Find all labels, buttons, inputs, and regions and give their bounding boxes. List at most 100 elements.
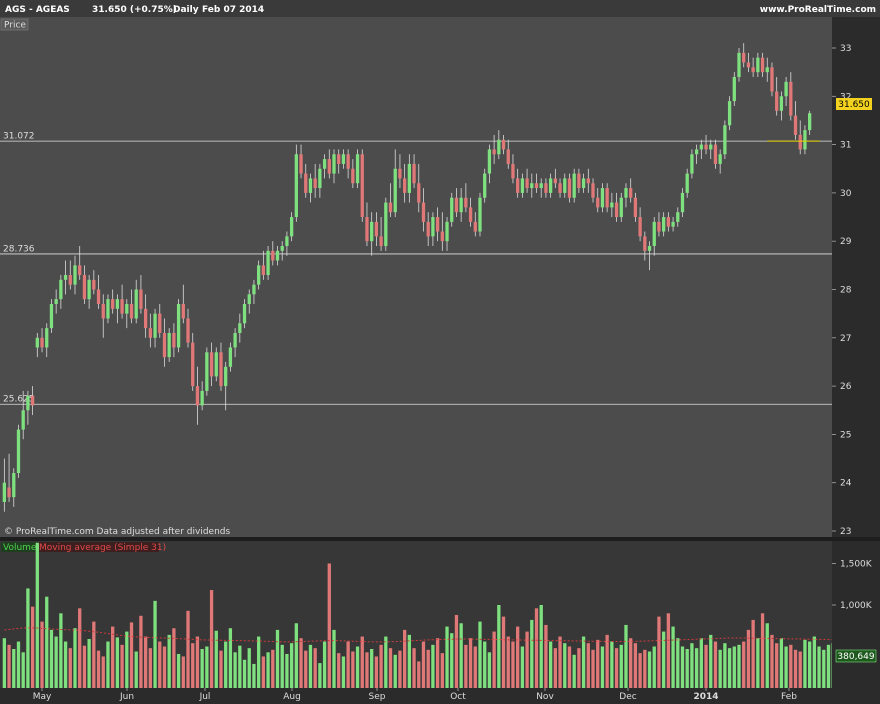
candle-body bbox=[421, 202, 426, 222]
candle-body bbox=[742, 52, 746, 63]
candle-body bbox=[351, 168, 355, 184]
volume-bar bbox=[534, 608, 539, 688]
volume-bar bbox=[553, 648, 557, 688]
volume-bar bbox=[176, 653, 181, 688]
volume-bar bbox=[478, 621, 482, 688]
candle-body bbox=[129, 303, 134, 319]
volume-bar bbox=[26, 588, 30, 688]
candle-body bbox=[793, 115, 798, 135]
volume-bar bbox=[384, 636, 388, 688]
candle-body bbox=[534, 183, 539, 189]
candle-body bbox=[520, 178, 525, 193]
volume-bar bbox=[643, 649, 647, 688]
volume-bar bbox=[440, 653, 444, 688]
volume-bar bbox=[784, 646, 788, 688]
candle-body bbox=[40, 337, 44, 348]
volume-bar bbox=[516, 626, 520, 688]
candle-body bbox=[506, 149, 510, 164]
volume-bar bbox=[756, 638, 760, 688]
candle-body bbox=[586, 178, 590, 184]
candle-body bbox=[238, 323, 242, 333]
price-tick-label: 30 bbox=[840, 189, 852, 199]
site-link[interactable]: www.ProRealTime.com bbox=[760, 5, 876, 15]
volume-bar bbox=[459, 623, 463, 688]
volume-bar bbox=[454, 614, 459, 688]
volume-bar bbox=[577, 648, 581, 688]
candle-body bbox=[16, 429, 21, 474]
candle-body bbox=[666, 217, 671, 227]
candle-body bbox=[789, 81, 793, 116]
candle bbox=[770, 62, 774, 97]
volume-bar bbox=[501, 616, 506, 688]
volume-bar bbox=[567, 646, 572, 688]
volume-bar bbox=[685, 648, 689, 688]
candle-body bbox=[577, 173, 581, 189]
volume-bar bbox=[558, 636, 562, 688]
candle-body bbox=[289, 217, 294, 237]
candle-body bbox=[257, 265, 261, 285]
price-tick-label: 31 bbox=[840, 141, 851, 151]
volume-bar bbox=[257, 636, 261, 688]
candle bbox=[384, 197, 388, 251]
panel-separator[interactable] bbox=[0, 537, 880, 541]
candle-body bbox=[275, 250, 280, 261]
candle bbox=[732, 72, 736, 106]
volume-bar bbox=[252, 663, 256, 688]
candle-body bbox=[770, 67, 774, 92]
volume-bar bbox=[690, 643, 694, 688]
candle-body bbox=[341, 154, 346, 164]
volume-bar bbox=[148, 648, 152, 688]
candle-body bbox=[59, 279, 63, 300]
credit-text: © ProRealTime.com Data adjusted after di… bbox=[4, 527, 230, 537]
volume-bar bbox=[7, 644, 11, 688]
volume-bar bbox=[224, 641, 228, 688]
volume-bar bbox=[572, 654, 576, 688]
volume-bar bbox=[360, 636, 364, 688]
candle-body bbox=[247, 294, 251, 304]
volume-bar bbox=[676, 638, 680, 688]
volume-tab-label: Volume bbox=[3, 543, 37, 553]
volume-bar bbox=[209, 590, 214, 688]
volume-bar bbox=[723, 643, 727, 688]
candle-body bbox=[162, 332, 167, 358]
price-tick-label: 33 bbox=[840, 44, 851, 54]
candle-body bbox=[671, 221, 675, 227]
candle-body bbox=[614, 202, 619, 218]
volume-bar bbox=[520, 646, 525, 688]
candle-body bbox=[30, 395, 35, 406]
volume-bar bbox=[563, 643, 567, 688]
candle-body bbox=[699, 144, 703, 150]
volume-bar bbox=[388, 648, 393, 688]
candle-body bbox=[807, 113, 812, 131]
volume-bar bbox=[760, 613, 765, 688]
volume-bar bbox=[54, 636, 58, 688]
volume-bar bbox=[812, 636, 817, 688]
candle-body bbox=[139, 289, 143, 309]
volume-bar bbox=[332, 629, 336, 688]
candle-body bbox=[596, 197, 600, 208]
candle-body bbox=[304, 173, 308, 193]
candle-body bbox=[600, 188, 605, 208]
period-text: Daily bbox=[173, 5, 199, 15]
volume-bar bbox=[289, 643, 294, 688]
candle-body bbox=[548, 178, 553, 193]
candle-body bbox=[355, 154, 360, 184]
volume-bar bbox=[233, 652, 237, 688]
candle-body bbox=[426, 221, 430, 237]
time-tick-label: Nov bbox=[536, 692, 554, 702]
volume-bar bbox=[275, 629, 280, 688]
candle bbox=[360, 149, 364, 222]
volume-bar bbox=[426, 649, 430, 688]
candle bbox=[294, 144, 298, 222]
volume-bar bbox=[624, 624, 628, 688]
candle-body bbox=[101, 303, 105, 319]
candle-body bbox=[176, 303, 181, 348]
volume-bar bbox=[30, 606, 35, 688]
candle-body bbox=[652, 221, 656, 247]
candle bbox=[266, 246, 270, 280]
volume-bar bbox=[751, 619, 755, 688]
volume-bar bbox=[49, 629, 54, 688]
candle-body bbox=[718, 154, 722, 164]
candle-body bbox=[605, 188, 609, 208]
volume-bar bbox=[807, 641, 812, 688]
